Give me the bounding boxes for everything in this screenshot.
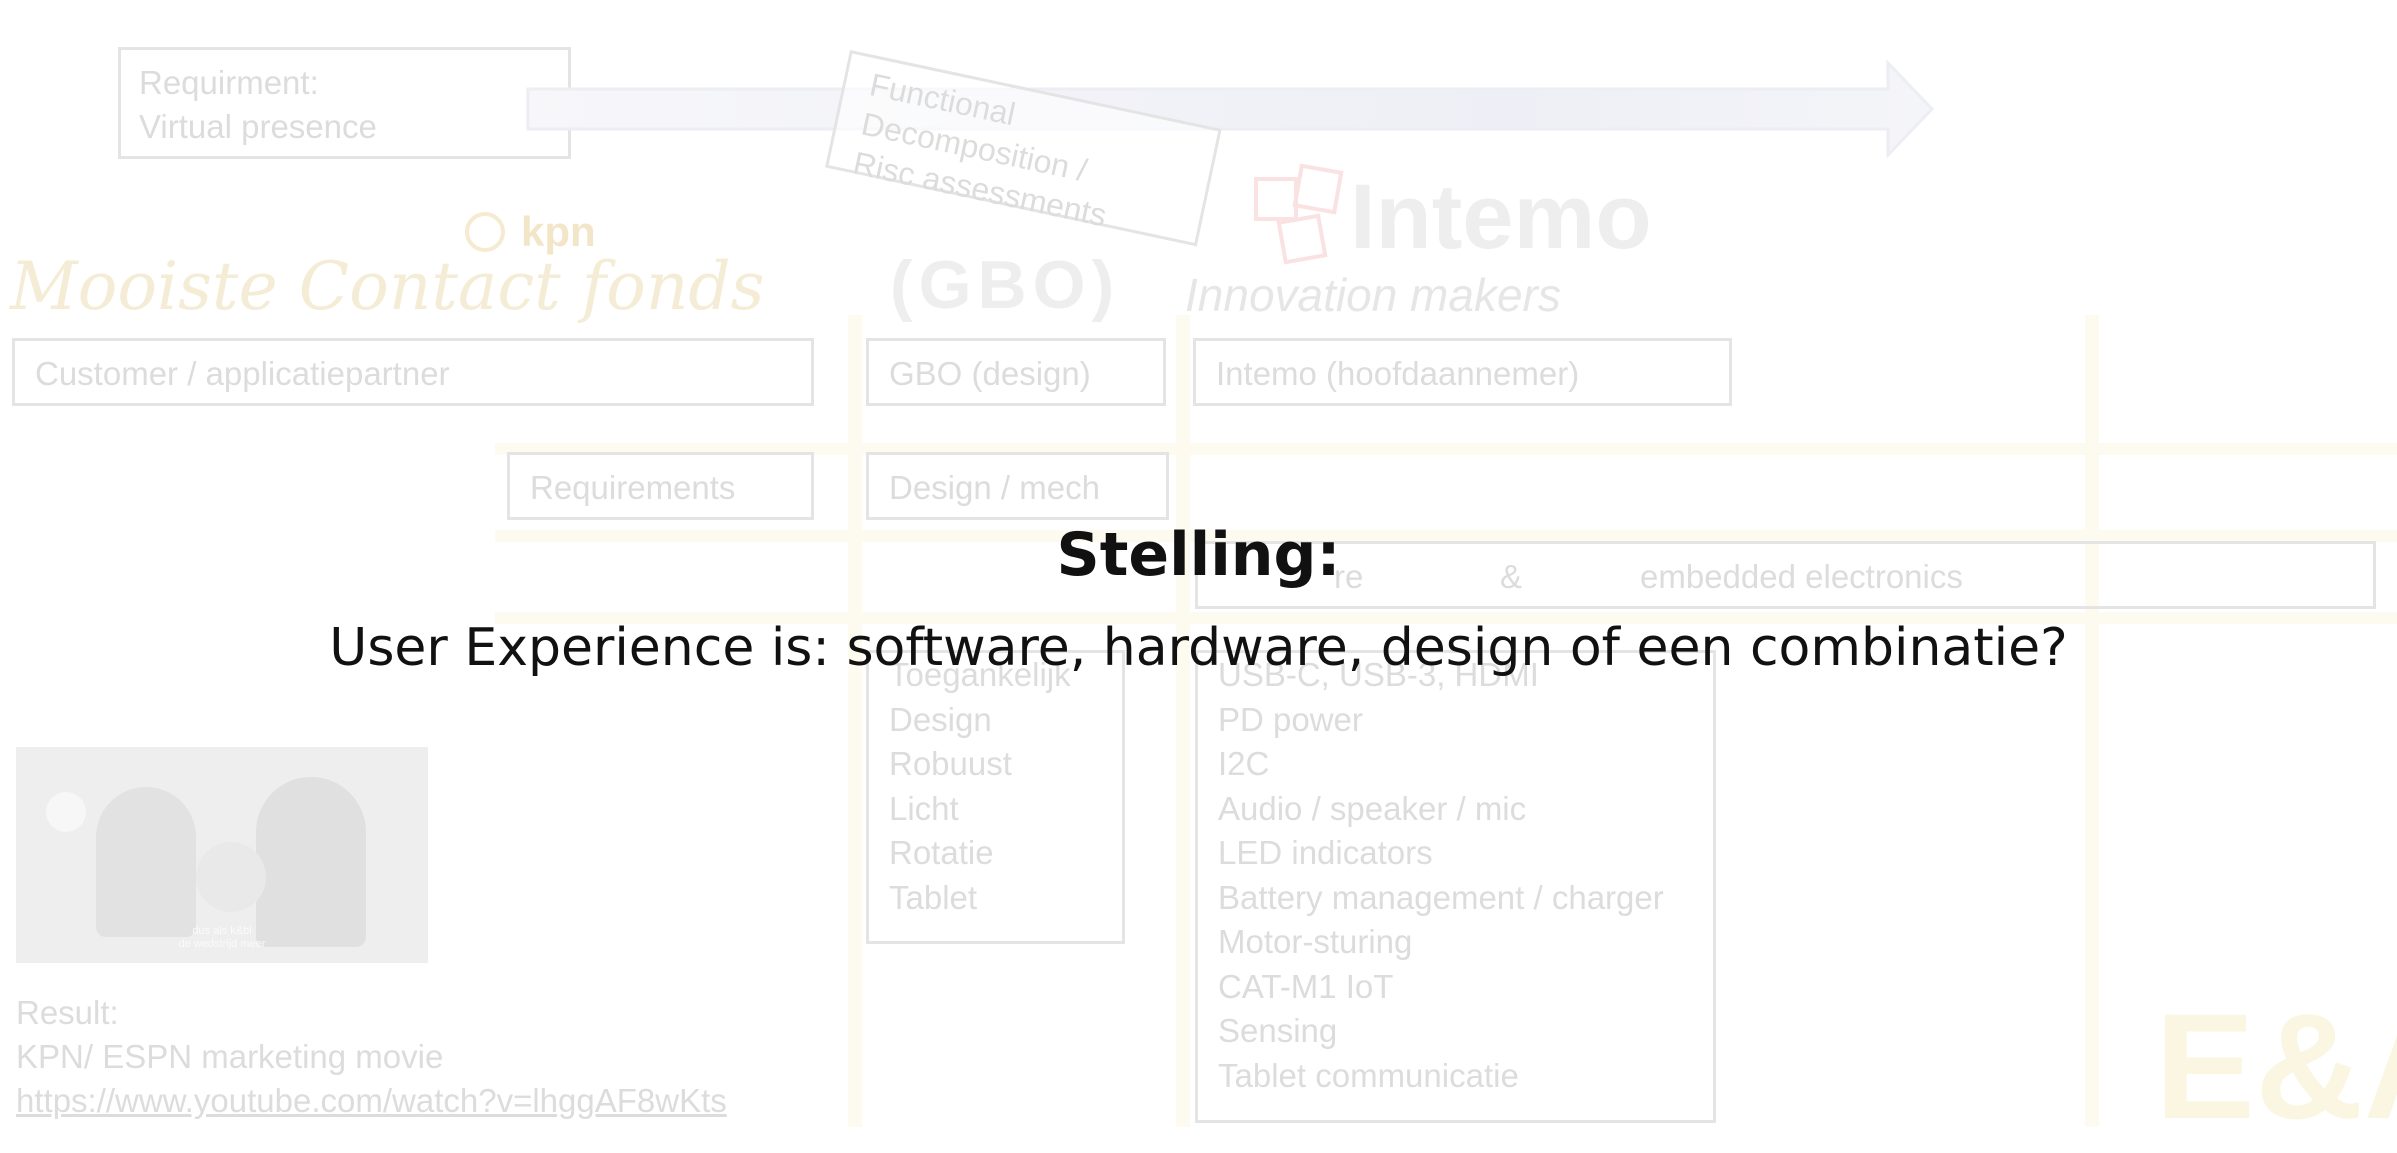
slide-title: Stelling:: [1056, 520, 1341, 590]
list-item: Licht: [889, 789, 959, 827]
grid-line-vertical: [1176, 315, 1190, 1127]
list-item: PD power: [1218, 700, 1363, 738]
intemo-tagline: Innovation makers: [1185, 269, 1561, 321]
video-person-shape: [96, 787, 196, 937]
column-header-intemo: Intemo (hoofdaannemer): [1193, 338, 1732, 406]
row-requirements-label: Requirements: [530, 469, 736, 506]
slide-subtitle: User Experience is: software, hardware, …: [329, 618, 2068, 678]
mooiste-contact-fonds-logo: Mooiste Contact fonds: [10, 248, 765, 325]
row-requirements: Requirements: [507, 452, 814, 520]
result-label: Result:: [16, 994, 119, 1031]
requirement-line-2: Virtual presence: [139, 108, 377, 145]
grid-line-vertical: [2085, 315, 2099, 1127]
design-requirements-list: Toegankelijk Design Robuust Licht Rotati…: [866, 650, 1125, 944]
list-item: Motor-sturing: [1218, 923, 1413, 960]
design-items: Toegankelijk Design Robuust Licht Rotati…: [889, 653, 1071, 920]
electronics-requirements-list: USB-C, USB-3, HDMI PD power I2C Audio / …: [1195, 650, 1716, 1123]
column-header-intemo-label: Intemo (hoofdaannemer): [1216, 355, 1580, 392]
list-item: I2C: [1218, 745, 1270, 782]
list-item: Rotatie: [889, 834, 994, 871]
kpn-logo-icon: [465, 212, 505, 252]
list-item: LED indicators: [1218, 834, 1433, 871]
list-item: Battery management / charger: [1218, 878, 1664, 916]
grid-line-vertical: [848, 315, 862, 1127]
video-caption: dus als k&bl de wedstrijd meer: [16, 925, 428, 951]
list-item: Design: [889, 700, 992, 738]
list-item: Audio / speaker / mic: [1218, 789, 1527, 827]
result-link[interactable]: https://www.youtube.com/watch?v=lhggAF8w…: [16, 1082, 727, 1120]
list-item: Tablet: [889, 878, 978, 916]
intemo-logo-icon: [1254, 177, 1298, 221]
list-item: Robuust: [889, 745, 1012, 782]
intemo-logo-icon: [1276, 213, 1328, 265]
video-light-shape: [46, 792, 86, 832]
ea-logo: E&A: [2155, 982, 2397, 1150]
video-ball-shape: [196, 842, 266, 912]
video-caption-line-1: dus als k&bl: [192, 925, 252, 937]
requirement-line-1: Requirment:: [139, 64, 319, 101]
video-person-shape: [256, 777, 366, 947]
video-thumbnail[interactable]: dus als k&bl de wedstrijd meer: [16, 747, 428, 963]
intemo-logo-text: Intemo: [1350, 166, 1652, 268]
requirement-box: Requirment: Virtual presence: [118, 47, 571, 159]
intemo-logo-icon: [1292, 163, 1344, 215]
row-design-mech-label: Design / mech: [889, 469, 1100, 506]
video-caption-line-2: de wedstrijd meer: [178, 938, 266, 950]
timeline-arrow: [526, 59, 1935, 159]
list-item: CAT-M1 IoT: [1218, 967, 1394, 1005]
gbo-logo: (GBO): [890, 247, 1121, 323]
electronics-items: USB-C, USB-3, HDMI PD power I2C Audio / …: [1218, 653, 1664, 1098]
column-header-customer: Customer / applicatiepartner: [12, 338, 814, 406]
column-header-gbo: GBO (design): [866, 338, 1166, 406]
list-item: Sensing: [1218, 1012, 1338, 1049]
column-header-gbo-label: GBO (design): [889, 355, 1091, 392]
result-text: KPN/ ESPN marketing movie: [16, 1038, 444, 1075]
row-design-mech: Design / mech: [866, 452, 1169, 520]
list-item: Tablet communicatie: [1218, 1056, 1519, 1094]
column-header-customer-label: Customer / applicatiepartner: [35, 355, 450, 392]
